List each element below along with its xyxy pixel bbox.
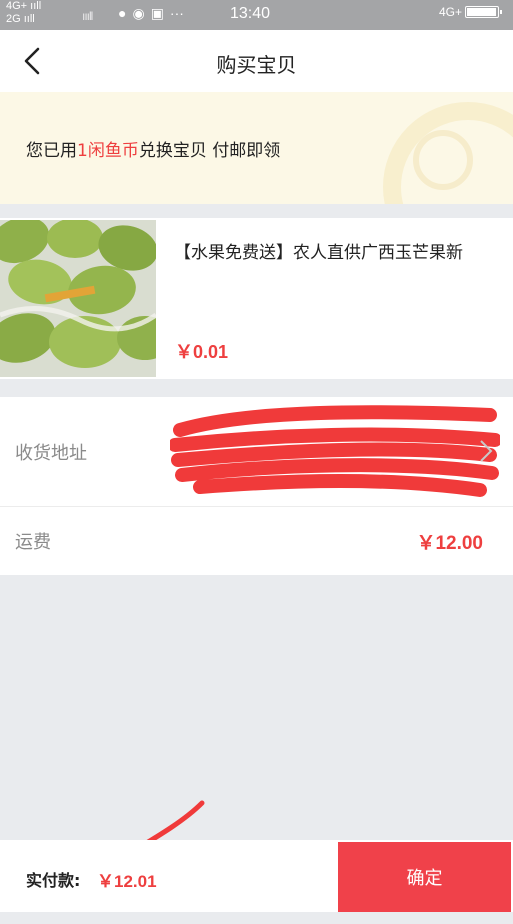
chat-icon: ● bbox=[118, 5, 127, 21]
bottom-bar: 实付款: ￥12.01 确定 bbox=[0, 840, 513, 912]
battery-icon bbox=[465, 6, 502, 18]
network-indicator: 4G+ ııll 2G ııll bbox=[6, 0, 42, 25]
clock: 13:40 bbox=[230, 5, 271, 22]
signal-icon: ıııll bbox=[82, 9, 93, 23]
status-bar: 4G+ ııll 2G ııll ıııll ● ◉ ▣ ··· 13:40 4G+ bbox=[0, 0, 513, 30]
bottom-strip bbox=[0, 912, 513, 924]
banner-decoration-small bbox=[413, 130, 473, 190]
product-image bbox=[0, 220, 156, 377]
chevron-right-icon bbox=[480, 440, 493, 462]
pay-label: 实付款: bbox=[26, 871, 81, 890]
notification-icons: ● ◉ ▣ ··· bbox=[118, 5, 190, 22]
redaction-scribble bbox=[170, 405, 500, 497]
more-icon: ··· bbox=[169, 5, 184, 21]
network-type-right: 4G+ bbox=[438, 5, 462, 19]
confirm-button[interactable]: 确定 bbox=[338, 842, 511, 912]
banner-text: 您已用1闲鱼币兑换宝贝 付邮即领 bbox=[26, 136, 280, 161]
nav-bar: 购买宝贝 bbox=[0, 30, 513, 92]
address-label: 收货地址 bbox=[15, 442, 87, 464]
network-type-2: 2G bbox=[6, 13, 21, 25]
page-title: 购买宝贝 bbox=[216, 53, 297, 77]
network-type-1: 4G+ bbox=[6, 0, 28, 12]
order-info: 收货地址 运费 ￥12.00 bbox=[0, 397, 513, 575]
freight-label: 运费 bbox=[15, 532, 51, 553]
pay-amount: ￥12.01 bbox=[97, 872, 157, 891]
notice-banner: 您已用1闲鱼币兑换宝贝 付邮即领 bbox=[0, 92, 513, 204]
status-right: 4G+ bbox=[438, 5, 502, 19]
product-price: ￥0.01 bbox=[175, 342, 229, 362]
address-row[interactable]: 收货地址 bbox=[0, 397, 513, 507]
banner-text-after: 兑换宝贝 付邮即领 bbox=[138, 141, 281, 161]
banner-text-before: 您已用 bbox=[26, 141, 77, 161]
banner-highlight: 1闲鱼币 bbox=[77, 141, 139, 161]
product-title: 【水果免费送】农人直供广西玉芒果新 bbox=[174, 243, 463, 263]
app-icon: ▣ bbox=[150, 5, 164, 21]
product-card[interactable]: 【水果免费送】农人直供广西玉芒果新 ￥0.01 bbox=[0, 218, 513, 379]
freight-value: ￥12.00 bbox=[416, 532, 483, 554]
compass-icon: ◉ bbox=[132, 5, 145, 21]
freight-row: 运费 ￥12.00 bbox=[0, 507, 513, 575]
